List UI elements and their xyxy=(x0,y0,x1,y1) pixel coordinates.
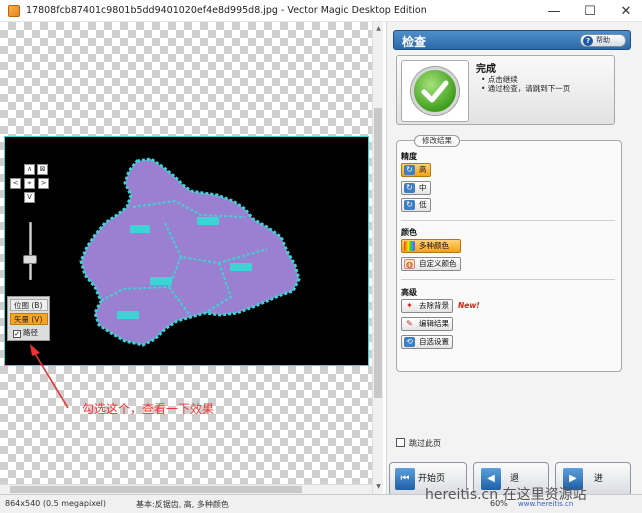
status-line: • 通过检查，请跳到下一页 xyxy=(481,84,571,93)
vertical-scrollbar[interactable]: ▲ ▼ xyxy=(372,22,383,494)
maximize-button[interactable]: ☐ xyxy=(573,0,607,22)
modify-results-tab: 修改结果 xyxy=(414,135,460,147)
window-title: 17808fcb87401c9801b5dd9401020ef4e8d995d8… xyxy=(26,5,427,16)
annotation-arrow xyxy=(30,344,69,409)
image-size-text: 864x540 (0.5 megapixel) xyxy=(5,499,106,508)
checkmark-icon xyxy=(411,67,459,115)
settings-summary-text: 基本:反锯齿, 高, 多种颜色 xyxy=(136,500,229,509)
status-title: 完成 xyxy=(476,64,496,75)
scroll-up-arrow[interactable]: ▲ xyxy=(373,24,384,34)
skip-page-row[interactable]: 跳过此页 xyxy=(396,438,441,449)
title-bar: 17808fcb87401c9801b5dd9401020ef4e8d995d8… xyxy=(0,0,642,22)
modify-results-group: 修改结果 精度 ↻ 高 ↻ 中 ↻ 低 颜色 多种颜色 ◍ 自定义颜色 高级 ✦ 去除背景… xyxy=(396,135,622,372)
panel-header: 检查 ? 帮助 xyxy=(393,30,631,50)
rainbow-icon xyxy=(404,241,415,251)
gear-icon: ⟲ xyxy=(404,337,415,347)
scroll-down-arrow[interactable]: ▼ xyxy=(373,482,384,492)
close-button[interactable]: ✕ xyxy=(609,0,642,22)
auto-settings-button[interactable]: ⟲ 自选设置 xyxy=(401,335,453,349)
precision-medium-button[interactable]: ↻ 中 xyxy=(401,181,431,195)
annotation-text: 勾选这个，查看一下效果 xyxy=(82,402,215,416)
review-panel: 检查 ? 帮助 完成 • 点击继续 • 通过检查，请跳到下一页 修改结果 精度 … xyxy=(386,22,642,496)
first-page-icon: ⏮ xyxy=(395,468,415,490)
edit-result-button[interactable]: ✎ 编辑结果 xyxy=(401,317,453,331)
help-icon: ? xyxy=(583,36,593,46)
help-button[interactable]: ? 帮助 xyxy=(580,34,626,47)
completion-tile xyxy=(401,60,469,122)
vertical-scroll-thumb[interactable] xyxy=(374,108,382,398)
horizontal-scroll-thumb[interactable] xyxy=(10,486,302,493)
preview-canvas[interactable]: ∧ ⊠ < ⌖ > V 位图 (B) 矢量 (V) ✓ 路径 勾选这个，查看一下效… xyxy=(0,22,372,494)
precision-high-button[interactable]: ↻ 高 xyxy=(401,163,431,177)
pencil-icon: ✎ xyxy=(406,319,413,328)
palette-icon: ◍ xyxy=(404,259,415,269)
precision-low-button[interactable]: ↻ 低 xyxy=(401,198,431,212)
section-divider xyxy=(401,220,615,221)
remove-background-button[interactable]: ✦ 去除背景 xyxy=(401,299,453,313)
magic-wand-icon: ✦ xyxy=(406,301,413,310)
skip-page-checkbox[interactable] xyxy=(396,438,405,447)
help-label: 帮助 xyxy=(596,36,610,44)
colors-section-title: 颜色 xyxy=(401,228,417,237)
watermark-text: hereitis.cn 在这里资源站 xyxy=(425,487,587,503)
multi-color-button[interactable]: 多种颜色 xyxy=(401,239,461,253)
app-icon xyxy=(8,4,20,17)
refresh-icon: ↻ xyxy=(404,165,415,175)
skip-page-label: 跳过此页 xyxy=(409,439,441,448)
panel-title: 检查 xyxy=(402,35,427,49)
refresh-icon: ↻ xyxy=(404,183,415,193)
status-box: 完成 • 点击继续 • 通过检查，请跳到下一页 xyxy=(396,55,615,125)
refresh-icon: ↻ xyxy=(404,200,415,210)
advanced-section-title: 高级 xyxy=(401,288,417,297)
custom-color-button[interactable]: ◍ 自定义颜色 xyxy=(401,257,461,271)
new-badge: New! xyxy=(458,301,480,310)
section-divider xyxy=(401,279,615,280)
horizontal-scrollbar[interactable] xyxy=(0,484,372,494)
precision-section-title: 精度 xyxy=(401,152,417,161)
minimize-button[interactable]: — xyxy=(537,0,571,22)
